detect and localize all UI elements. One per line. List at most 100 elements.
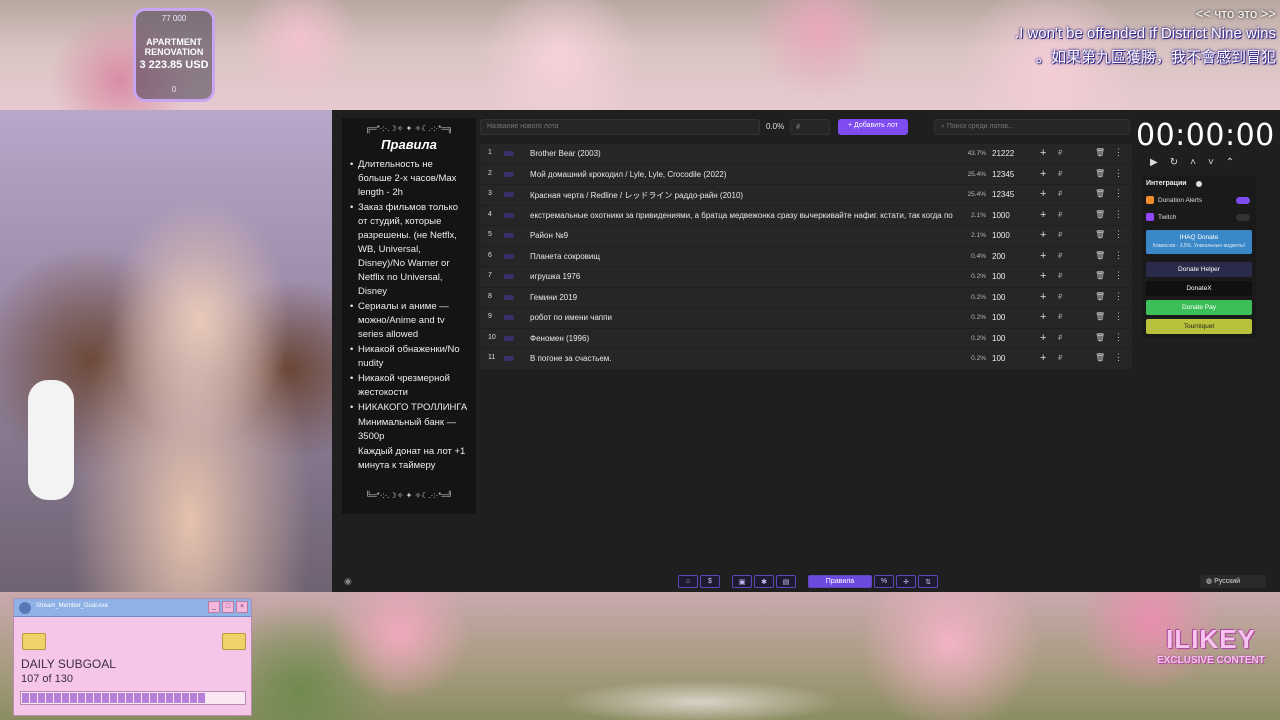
- double-chevron-up-icon[interactable]: ⌃: [1226, 157, 1234, 168]
- lot-drag-handle[interactable]: [504, 212, 514, 218]
- lot-amount[interactable]: 1000: [992, 211, 1010, 220]
- lot-row[interactable]: 5 Район №9 2.1% 1000 + ₽ 🗑 ⋮: [480, 226, 1132, 246]
- more-icon[interactable]: ⋮: [1114, 250, 1123, 261]
- trash-icon[interactable]: 🗑: [1095, 169, 1105, 178]
- lot-name-input[interactable]: Название нового лота: [480, 119, 760, 135]
- lot-name[interactable]: Феномен (1996): [530, 334, 960, 343]
- lot-drag-handle[interactable]: [504, 233, 514, 238]
- reset-icon[interactable]: ↻: [1170, 157, 1178, 168]
- panel-icon[interactable]: ▤: [776, 575, 796, 588]
- lot-drag-handle[interactable]: [504, 171, 514, 177]
- lot-amount[interactable]: 12345: [992, 170, 1014, 179]
- donatex-button[interactable]: DonateX: [1146, 281, 1252, 296]
- lot-amount[interactable]: 100: [992, 293, 1005, 302]
- bug-icon[interactable]: ✱: [754, 575, 774, 588]
- lot-row[interactable]: 9 робот по имени чаппи 0.2% 100 + ₽ 🗑 ⋮: [480, 308, 1132, 328]
- donation-alerts-toggle[interactable]: [1236, 197, 1250, 204]
- language-select[interactable]: ◍ Русский: [1200, 575, 1266, 588]
- trash-icon[interactable]: 🗑: [1095, 271, 1105, 280]
- lot-name[interactable]: игрушка 1976: [530, 272, 960, 281]
- lot-amount[interactable]: 21222: [992, 149, 1014, 158]
- trash-icon[interactable]: 🗑: [1095, 189, 1105, 198]
- lot-name[interactable]: Мой домашний крокодил / Lyle, Lyle, Croc…: [530, 170, 960, 179]
- lot-amount[interactable]: 1000: [992, 231, 1010, 240]
- lot-row[interactable]: 11 В погоне за счастьем. 0.2% 100 + ₽ 🗑 ⋮: [480, 349, 1132, 369]
- lot-drag-handle[interactable]: [504, 315, 514, 320]
- lot-amount[interactable]: 200: [992, 252, 1005, 261]
- ihaq-donate-button[interactable]: IHAQ Donate Комиссия - 3,5%. Уникальные …: [1146, 230, 1252, 254]
- more-icon[interactable]: ⋮: [1114, 352, 1123, 363]
- github-icon[interactable]: ⌂: [678, 575, 698, 588]
- dollar-icon[interactable]: $: [700, 575, 720, 588]
- more-icon[interactable]: ⋮: [1114, 168, 1123, 179]
- trash-icon[interactable]: 🗑: [1095, 312, 1105, 321]
- lot-name[interactable]: екстремальные охотники за привидениями, …: [530, 211, 960, 220]
- trash-icon[interactable]: 🗑: [1095, 333, 1105, 342]
- lot-name[interactable]: В погоне за счастьем.: [530, 354, 960, 363]
- lot-name[interactable]: робот по имени чаппи: [530, 313, 960, 322]
- play-icon[interactable]: ▶: [1150, 157, 1158, 168]
- maximize-icon[interactable]: □: [222, 601, 234, 613]
- lot-drag-handle[interactable]: [504, 253, 514, 259]
- donate-helper-button[interactable]: Donate Helper: [1146, 262, 1252, 277]
- move-icon[interactable]: ✛: [896, 575, 916, 588]
- more-icon[interactable]: ⋮: [1114, 188, 1123, 199]
- lot-drag-handle[interactable]: [504, 294, 514, 300]
- lot-amount[interactable]: 100: [992, 334, 1005, 343]
- add-amount-icon[interactable]: +: [1040, 229, 1046, 241]
- lot-drag-handle[interactable]: [504, 274, 514, 279]
- lot-drag-handle[interactable]: [504, 335, 514, 341]
- lot-name[interactable]: Район №9: [530, 231, 960, 240]
- lot-name[interactable]: Гемини 2019: [530, 293, 960, 302]
- lot-row[interactable]: 6 Планета сокровищ 0.4% 200 + ₽ 🗑 ⋮: [480, 246, 1132, 266]
- lot-drag-handle[interactable]: [504, 356, 514, 361]
- integrations-toggle[interactable]: [1196, 181, 1202, 187]
- eye-icon[interactable]: ◉: [344, 576, 352, 587]
- lot-row[interactable]: 1 Brother Bear (2003) 43.7% 21222 + ₽ 🗑 ⋮: [480, 144, 1132, 164]
- lot-search-input[interactable]: ⌕ Поиск среди лотов...: [934, 119, 1130, 135]
- more-icon[interactable]: ⋮: [1114, 229, 1123, 240]
- lot-row[interactable]: 4 екстремальные охотники за привидениями,…: [480, 205, 1132, 225]
- chevron-down-icon[interactable]: ˅: [1208, 157, 1214, 168]
- add-amount-icon[interactable]: +: [1040, 250, 1046, 262]
- lot-name[interactable]: Планета сокровищ: [530, 252, 960, 261]
- lot-row[interactable]: 2 Мой домашний крокодил / Lyle, Lyle, Cro…: [480, 164, 1132, 184]
- more-icon[interactable]: ⋮: [1114, 291, 1123, 302]
- close-icon[interactable]: ×: [236, 601, 248, 613]
- donate-pay-button[interactable]: Donate Pay: [1146, 300, 1252, 315]
- add-amount-icon[interactable]: +: [1040, 352, 1046, 364]
- minimize-icon[interactable]: _: [208, 601, 220, 613]
- lot-row[interactable]: 3 Красная черта / Redline / レッドライン раддо-…: [480, 185, 1132, 205]
- add-lot-button[interactable]: + Добавить лот: [838, 119, 908, 135]
- twitch-toggle[interactable]: [1236, 214, 1250, 221]
- lot-amount[interactable]: 100: [992, 354, 1005, 363]
- more-icon[interactable]: ⋮: [1114, 147, 1123, 158]
- lot-amount[interactable]: 12345: [992, 190, 1014, 199]
- more-icon[interactable]: ⋮: [1114, 270, 1123, 281]
- lot-row[interactable]: 7 игрушка 1976 0.2% 100 + ₽ 🗑 ⋮: [480, 267, 1132, 287]
- lot-amount[interactable]: 100: [992, 313, 1005, 322]
- sort-icon[interactable]: ⇅: [918, 575, 938, 588]
- lot-name[interactable]: Brother Bear (2003): [530, 149, 960, 158]
- add-amount-icon[interactable]: +: [1040, 332, 1046, 344]
- more-icon[interactable]: ⋮: [1114, 311, 1123, 322]
- trash-icon[interactable]: 🗑: [1095, 251, 1105, 260]
- add-amount-icon[interactable]: +: [1040, 311, 1046, 323]
- trash-icon[interactable]: 🗑: [1095, 210, 1105, 219]
- add-amount-icon[interactable]: +: [1040, 209, 1046, 221]
- more-icon[interactable]: ⋮: [1114, 209, 1123, 220]
- add-amount-icon[interactable]: +: [1040, 188, 1046, 200]
- lot-row[interactable]: 8 Гемини 2019 0.2% 100 + ₽ 🗑 ⋮: [480, 287, 1132, 307]
- lot-drag-handle[interactable]: [504, 151, 514, 156]
- percent-icon[interactable]: %: [874, 575, 894, 588]
- more-icon[interactable]: ⋮: [1114, 332, 1123, 343]
- add-amount-icon[interactable]: +: [1040, 168, 1046, 180]
- add-amount-icon[interactable]: +: [1040, 270, 1046, 282]
- lot-price-input[interactable]: ₽: [790, 119, 830, 135]
- window-icon[interactable]: ▣: [732, 575, 752, 588]
- rules-toggle-button[interactable]: Правила: [808, 575, 872, 588]
- trash-icon[interactable]: 🗑: [1095, 230, 1105, 239]
- lot-amount[interactable]: 100: [992, 272, 1005, 281]
- chevron-up-icon[interactable]: ˄: [1190, 157, 1196, 168]
- tourniquet-button[interactable]: Tourniquet: [1146, 319, 1252, 334]
